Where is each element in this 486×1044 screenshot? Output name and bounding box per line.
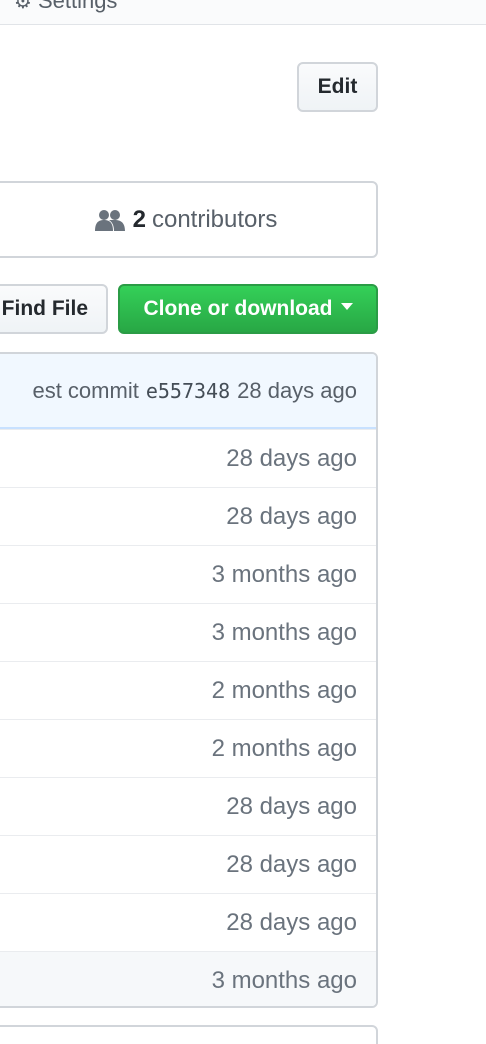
file-row[interactable]: 28 days ago [0,777,376,835]
file-list: est commit e557348 28 days ago 28 days a… [0,352,378,1008]
caret-down-icon [340,302,353,310]
file-row[interactable]: 28 days ago [0,835,376,893]
commit-sha-link[interactable]: e557348 [146,379,230,403]
find-file-button[interactable]: Find File [0,284,108,334]
edit-button[interactable]: Edit [297,62,378,112]
file-row[interactable]: 2 months ago [0,661,376,719]
tab-settings[interactable]: ⚙ Settings [14,0,117,14]
file-age: 28 days ago [226,502,357,530]
file-row[interactable]: 28 days ago [0,487,376,545]
people-icon [94,209,125,231]
tab-settings-label: Settings [37,0,118,13]
repo-nav: ⚙ Settings [0,0,486,25]
repo-page: ⚙ Settings Edit 2 contributors Find File … [0,0,486,1044]
file-age: 28 days ago [226,792,357,820]
file-row[interactable]: 2 months ago [0,719,376,777]
file-row[interactable]: 28 days ago [0,893,376,951]
file-row[interactable]: 3 months ago [0,603,376,661]
contributors-label: contributors [151,205,278,233]
contributors-count: 2 [132,205,146,233]
file-row[interactable]: 28 days ago [0,429,376,487]
clone-download-button[interactable]: Clone or download [118,284,378,334]
file-row[interactable]: 3 months ago [0,545,376,603]
file-age: 3 months ago [211,618,357,646]
file-row[interactable]: 3 months ago [0,951,376,1006]
file-age: 28 days ago [226,908,357,936]
file-age: 28 days ago [226,850,357,878]
latest-commit-prefix: est commit [32,377,139,403]
contributors-summary[interactable]: 2 contributors [0,181,378,258]
latest-commit-age: 28 days ago [237,377,357,403]
readme-box [0,1025,378,1044]
file-age: 28 days ago [226,444,357,472]
latest-commit-bar: est commit e557348 28 days ago [0,354,376,429]
file-age: 3 months ago [211,560,357,588]
gear-icon: ⚙ [14,0,32,13]
file-age: 2 months ago [211,734,357,762]
file-age: 2 months ago [211,676,357,704]
file-age: 3 months ago [211,966,357,994]
clone-download-label: Clone or download [143,297,333,320]
